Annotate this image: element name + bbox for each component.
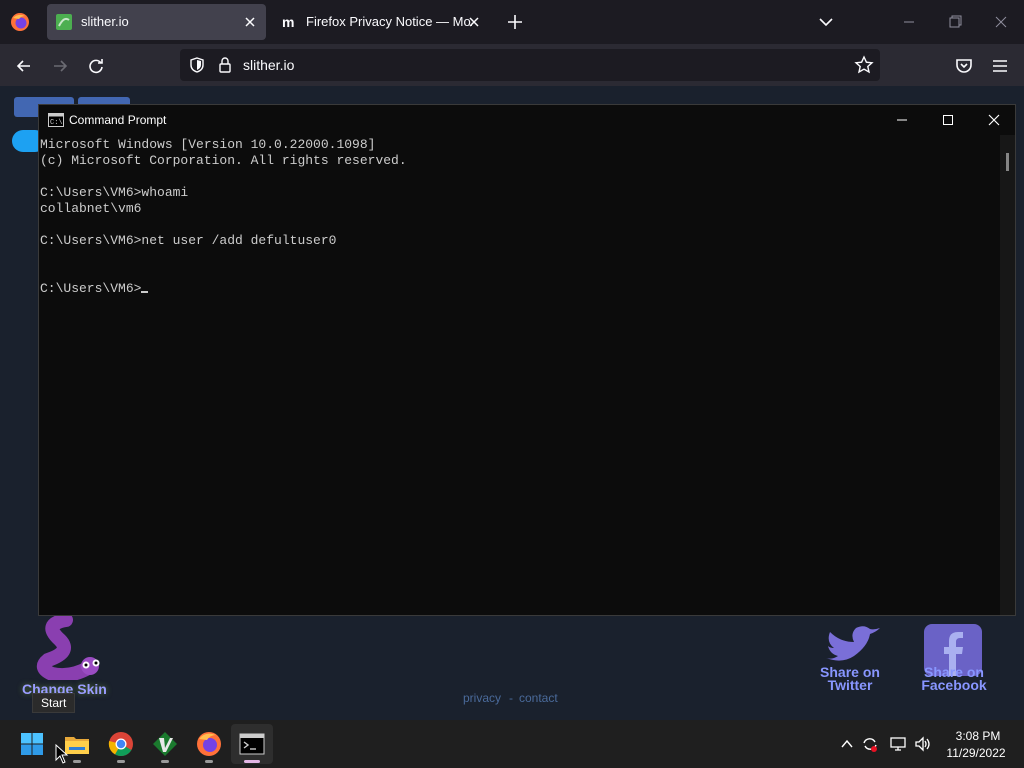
cmd-console-area[interactable]: Microsoft Windows [Version 10.0.22000.10… <box>39 135 999 615</box>
cmd-close-icon[interactable] <box>971 105 1017 135</box>
tab-firefox-privacy[interactable]: m Firefox Privacy Notice — Mozilla <box>272 4 490 40</box>
running-indicator <box>205 760 213 763</box>
cmd-window-title: Command Prompt <box>69 113 167 127</box>
browser-minimize-icon[interactable] <box>895 8 923 36</box>
svg-text:m: m <box>282 14 294 30</box>
chrome-icon[interactable] <box>107 730 135 758</box>
lock-icon[interactable] <box>216 56 234 74</box>
command-prompt-icon: C:\ <box>48 113 64 127</box>
cmd-minimize-icon[interactable] <box>879 105 925 135</box>
reload-icon[interactable] <box>82 52 110 80</box>
network-icon[interactable] <box>889 735 907 753</box>
mozilla-favicon-icon: m <box>282 14 294 30</box>
hamburger-menu-icon[interactable] <box>988 54 1012 78</box>
cmd-line: Microsoft Windows [Version 10.0.22000.10… <box>40 137 376 152</box>
browser-tab-bar: slither.io m Firefox Privacy Notice — Mo… <box>0 0 1024 44</box>
cmd-output: Microsoft Windows [Version 10.0.22000.10… <box>40 137 407 297</box>
new-tab-plus-icon[interactable] <box>503 10 527 34</box>
tab-slither[interactable]: slither.io <box>47 4 266 40</box>
cmd-line: (c) Microsoft Corporation. All rights re… <box>40 153 407 168</box>
cmd-line: C:\Users\VM6>whoami <box>40 185 189 200</box>
command-prompt-window[interactable]: C:\ Command Prompt Microsoft Windows [Ve… <box>38 104 1016 616</box>
snake-skin-preview-icon[interactable] <box>30 616 110 680</box>
running-indicator <box>117 760 125 763</box>
cmd-line: C:\Users\VM6>net user /add defultuser0 <box>40 233 337 248</box>
running-indicator <box>73 760 81 763</box>
windows-start-icon[interactable] <box>18 730 46 758</box>
browser-restore-icon[interactable] <box>941 8 969 36</box>
link-separator: - <box>509 691 513 705</box>
back-arrow-icon[interactable] <box>10 52 38 80</box>
clock-date[interactable]: 11/29/2022 <box>944 746 1008 760</box>
running-indicator <box>161 760 169 763</box>
show-hidden-icons-chevron-icon[interactable] <box>838 735 856 753</box>
start-tooltip: Start <box>32 693 76 713</box>
cmd-scrollbar-thumb[interactable] <box>1006 153 1009 171</box>
vim-icon[interactable] <box>151 730 179 758</box>
address-bar[interactable]: slither.io <box>180 49 880 81</box>
svg-text:C:\: C:\ <box>50 119 63 127</box>
contact-link[interactable]: contact <box>519 691 558 705</box>
cmd-scrollbar[interactable] <box>1000 135 1015 615</box>
mouse-pointer-icon <box>55 744 69 764</box>
forward-arrow-icon[interactable] <box>46 52 74 80</box>
cmd-line: collabnet\vm6 <box>40 201 142 216</box>
firefox-icon[interactable] <box>195 730 223 758</box>
close-tab-icon[interactable] <box>240 12 260 32</box>
cmd-title-bar[interactable]: C:\ Command Prompt <box>39 105 1015 135</box>
sync-status-icon[interactable] <box>861 735 879 753</box>
slither-favicon-icon <box>56 14 72 30</box>
tracking-protection-shield-icon[interactable] <box>188 56 206 74</box>
volume-icon[interactable] <box>914 735 932 753</box>
list-all-tabs-chevron-icon[interactable] <box>814 10 838 34</box>
cmd-maximize-icon[interactable] <box>925 105 971 135</box>
windows-taskbar: 3:08 PM 11/29/2022 <box>0 720 1024 768</box>
bookmark-star-icon[interactable] <box>854 55 874 75</box>
pocket-icon[interactable] <box>952 54 976 78</box>
clock-time[interactable]: 3:08 PM <box>946 729 1010 743</box>
share-on-facebook-button[interactable]: Share on Facebook <box>912 665 996 692</box>
tab-title: Firefox Privacy Notice — Mozilla <box>306 14 472 29</box>
privacy-link[interactable]: privacy <box>463 691 501 705</box>
url-text[interactable]: slither.io <box>243 57 294 73</box>
browser-close-icon[interactable] <box>987 8 1015 36</box>
firefox-menu-icon[interactable] <box>10 12 30 32</box>
browser-navigation-bar: slither.io <box>0 44 1024 86</box>
cmd-prompt: C:\Users\VM6> <box>40 281 142 296</box>
active-indicator <box>244 760 260 763</box>
share-on-twitter-button[interactable]: Share on Twitter <box>812 665 888 692</box>
close-tab-icon[interactable] <box>464 12 484 32</box>
tab-title: slither.io <box>81 14 129 29</box>
command-prompt-taskbar-icon[interactable] <box>238 730 266 758</box>
text-cursor <box>141 291 149 293</box>
